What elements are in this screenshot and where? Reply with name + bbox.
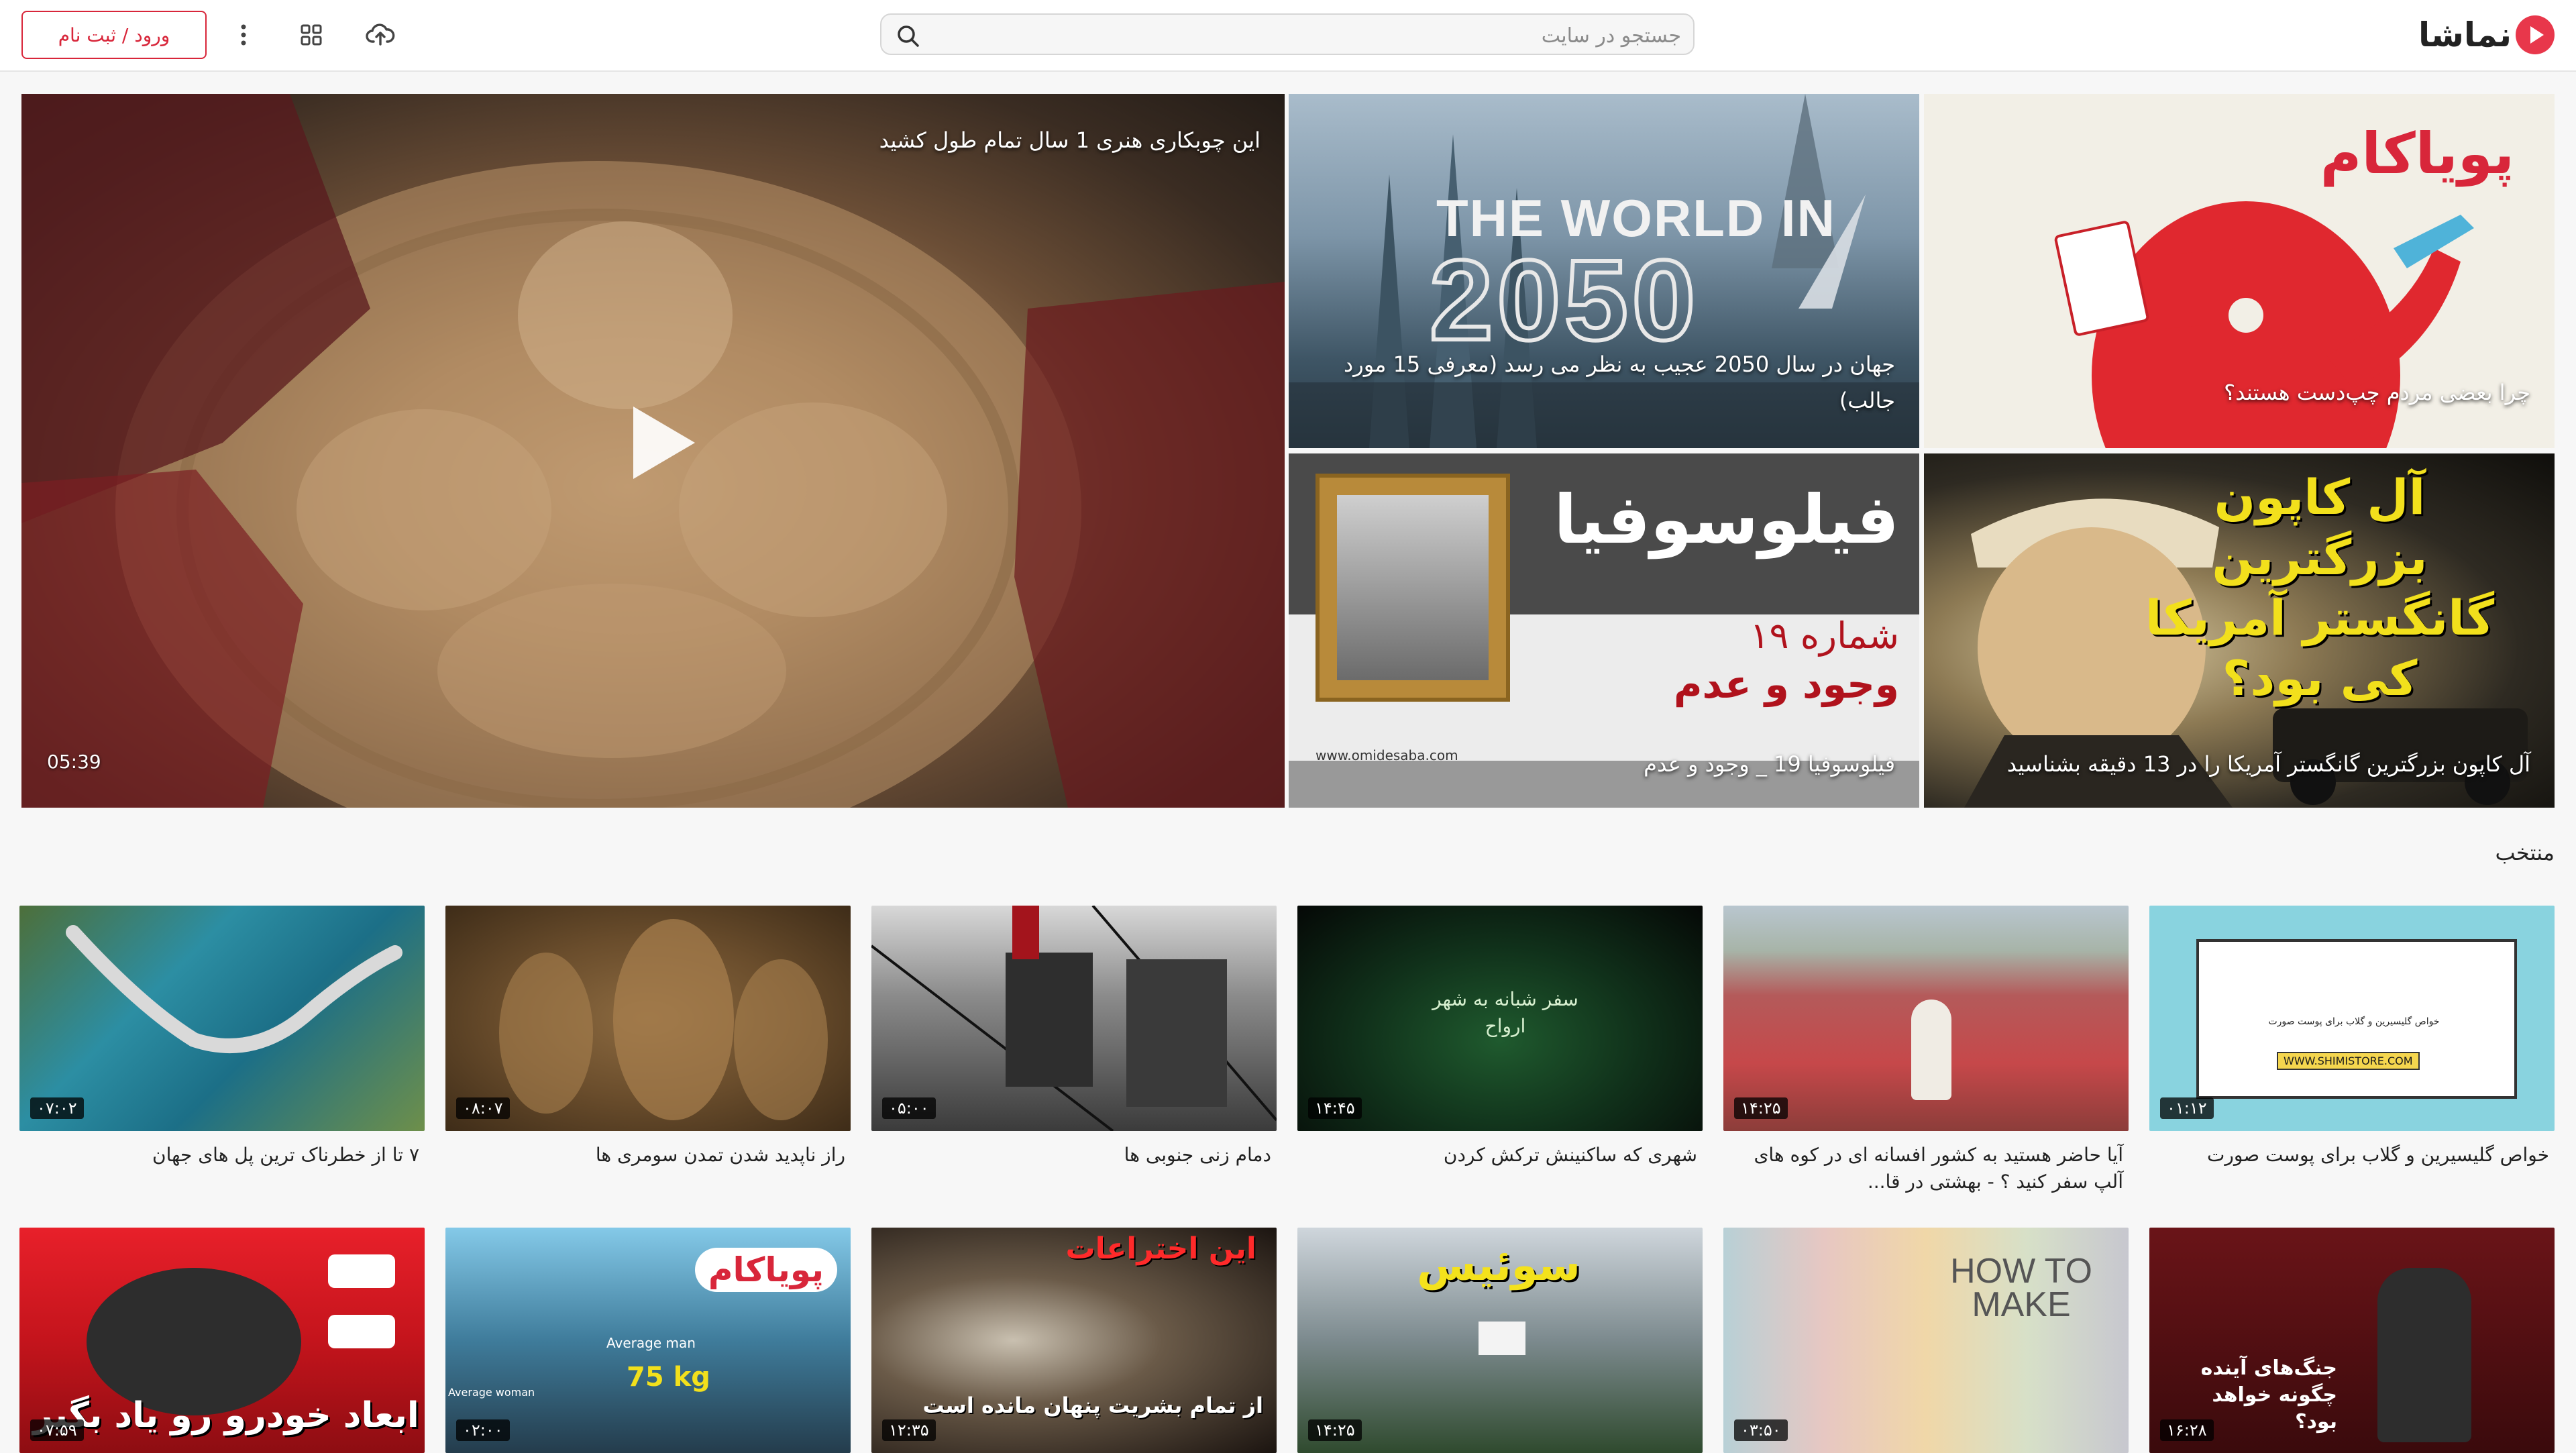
video-duration: ۰۱:۱۲ <box>2160 1097 2214 1119</box>
thumb-text: ابعاد خودرو رو یاد بگیر <box>33 1395 419 1436</box>
hero-tile-philosophia[interactable]: فیلوسوفیا شماره ۱۹ وجود و عدم www.omides… <box>1289 453 1919 808</box>
hero-tile-overlay-sub2: وجود و عدم <box>1673 661 1899 707</box>
thumb-text: پویاکام <box>694 1248 837 1292</box>
video-card[interactable]: HOW TO MAKE ۰۳:۵۰ <box>1723 1228 2129 1453</box>
search-icon[interactable] <box>895 23 922 50</box>
section-title-featured: منتخب <box>2495 840 2555 865</box>
video-thumbnail[interactable]: HOW TO MAKE ۰۳:۵۰ <box>1723 1228 2129 1453</box>
video-thumbnail[interactable]: پویاکام Average man 75 kg Average woman … <box>445 1228 851 1453</box>
hero-tile-title: فیلوسوفیا 19 _ وجود و عدم <box>1644 751 1895 777</box>
video-duration: ۰۷:۵۹ <box>30 1419 84 1441</box>
video-title[interactable]: راز ناپدید شدن تمدن سومری ها <box>445 1142 851 1169</box>
video-title[interactable]: آیا حاضر هستید به کشور افسانه ای در کوه … <box>1723 1142 2129 1195</box>
video-card[interactable]: این اختراعات از تمام بشریت پنهان مانده ا… <box>871 1228 1277 1453</box>
hero-featured: این چوبکاری هنری 1 سال تمام طول کشید 05:… <box>21 94 2555 808</box>
video-thumbnail[interactable]: سوئیس ۱۴:۲۵ <box>1297 1228 1703 1453</box>
thumb-text: Average woman <box>448 1386 535 1399</box>
thumb-text-url: WWW.SHIMISTORE.COM <box>2277 1052 2420 1070</box>
thumb-text: خواص گلیسیرین و گلاب برای پوست صورت <box>2268 1016 2440 1027</box>
hero-tile-world-2050[interactable]: THE WORLD IN 2050 جهان در سال 2050 عجیب … <box>1289 94 1919 448</box>
top-header: نماشا ورود / ثبت نام <box>0 0 2576 72</box>
video-duration: ۱۴:۲۵ <box>1308 1419 1362 1441</box>
video-card[interactable]: ابعاد خودرو رو یاد بگیر ۰۷:۵۹ <box>19 1228 425 1453</box>
video-card[interactable]: ۰۵:۰۰ دمام زنی جنوبی ها <box>871 906 1277 1169</box>
video-duration: ۰۲:۰۰ <box>456 1419 510 1441</box>
site-logo[interactable]: نماشا <box>2418 15 2555 55</box>
apps-grid-icon[interactable] <box>297 20 326 50</box>
logo-text: نماشا <box>2418 15 2512 54</box>
thumb-text: HOW TO MAKE <box>1950 1252 2092 1324</box>
video-title[interactable]: شهری که ساکنینش ترکش کردن <box>1297 1142 1703 1169</box>
upload-icon[interactable] <box>366 20 395 50</box>
video-thumbnail[interactable]: ابعاد خودرو رو یاد بگیر ۰۷:۵۹ <box>19 1228 425 1453</box>
video-card[interactable]: جنگ‌های آینده چگونه خواهد بود؟ ۱۶:۲۸ <box>2149 1228 2555 1453</box>
video-thumbnail[interactable]: ۰۸:۰۷ <box>445 906 851 1131</box>
video-duration: ۰۳:۵۰ <box>1734 1419 1788 1441</box>
video-duration: ۰۵:۰۰ <box>882 1097 936 1119</box>
play-icon[interactable] <box>625 402 699 483</box>
hero-main-title: این چوبکاری هنری 1 سال تمام طول کشید <box>879 127 1260 153</box>
video-duration: ۱۲:۳۵ <box>882 1419 936 1441</box>
search-input[interactable] <box>935 20 1682 51</box>
portrait-photo <box>1337 495 1489 680</box>
thumb-text: این اختراعات <box>1065 1232 1256 1266</box>
video-thumbnail[interactable]: ۰۵:۰۰ <box>871 906 1277 1131</box>
thumb-house <box>1479 1322 1525 1355</box>
hero-tile-title: جهان در سال 2050 عجیب به نظر می رسد (معر… <box>1344 352 1895 413</box>
hero-tile-title: آل کاپون بزرگترین گانگستر آمریکا را در 1… <box>2006 751 2530 777</box>
video-card[interactable]: ۰۸:۰۷ راز ناپدید شدن تمدن سومری ها <box>445 906 851 1169</box>
video-duration: ۰۷:۰۲ <box>30 1097 84 1119</box>
thumb-text: از تمام بشریت پنهان مانده است <box>922 1393 1263 1418</box>
hero-tile-overlay-text: پویاکام <box>2320 121 2514 186</box>
video-title[interactable]: خواص گلیسیرین و گلاب برای پوست صورت <box>2149 1142 2555 1169</box>
video-duration: ۰۸:۰۷ <box>456 1097 510 1119</box>
video-duration: ۱۶:۲۸ <box>2160 1419 2214 1441</box>
hero-tile-overlay-sub1: شماره ۱۹ <box>1750 614 1899 657</box>
hero-tile-al-capone[interactable]: آل کاپون بزرگترین گانگستر آمریکا کی بود؟… <box>1924 453 2555 808</box>
video-card[interactable]: پویاکام Average man 75 kg Average woman … <box>445 1228 851 1453</box>
video-title[interactable]: ۷ تا از خطرناک ترین پل های جهان <box>19 1142 425 1169</box>
video-title[interactable]: دمام زنی جنوبی ها <box>871 1142 1277 1169</box>
video-thumbnail[interactable]: ۰۷:۰۲ <box>19 906 425 1131</box>
video-thumbnail[interactable]: ۱۴:۲۵ <box>1723 906 2129 1131</box>
hero-tile-title: چرا بعضی مردم چپ‌دست هستند؟ <box>2224 380 2530 405</box>
login-register-button[interactable]: ورود / ثبت نام <box>21 11 207 59</box>
video-duration: ۱۴:۴۵ <box>1308 1097 1362 1119</box>
video-card[interactable]: سوئیس ۱۴:۲۵ <box>1297 1228 1703 1453</box>
video-thumbnail[interactable]: سفر شبانه به شهر ارواح ۱۴:۴۵ <box>1297 906 1703 1131</box>
video-card[interactable]: خواص گلیسیرین و گلاب برای پوست صورت WWW.… <box>2149 906 2555 1169</box>
video-thumbnail[interactable]: خواص گلیسیرین و گلاب برای پوست صورت WWW.… <box>2149 906 2555 1131</box>
hero-main-duration: 05:39 <box>47 751 101 773</box>
hero-tile-left-handed[interactable]: پویاکام چرا بعضی مردم چپ‌دست هستند؟ <box>1924 94 2555 448</box>
hero-tile-overlay-text: آل کاپون بزرگترین گانگستر آمریکا کی بود؟ <box>2145 469 2495 706</box>
video-thumbnail[interactable]: این اختراعات از تمام بشریت پنهان مانده ا… <box>871 1228 1277 1453</box>
video-thumbnail[interactable]: جنگ‌های آینده چگونه خواهد بود؟ ۱۶:۲۸ <box>2149 1228 2555 1453</box>
video-card[interactable]: سفر شبانه به شهر ارواح ۱۴:۴۵ شهری که ساک… <box>1297 906 1703 1169</box>
more-vert-icon[interactable] <box>229 20 258 50</box>
thumb-figure <box>1911 1000 1951 1100</box>
thumb-figure <box>2377 1268 2471 1442</box>
video-card[interactable]: ۰۷:۰۲ ۷ تا از خطرناک ترین پل های جهان <box>19 906 425 1169</box>
thumb-text: سوئیس <box>1417 1241 1580 1291</box>
video-card[interactable]: ۱۴:۲۵ آیا حاضر هستید به کشور افسانه ای د… <box>1723 906 2129 1195</box>
philosophia-portrait-frame <box>1316 474 1510 702</box>
video-duration: ۱۴:۲۵ <box>1734 1097 1788 1119</box>
logo-play-icon <box>2516 15 2555 54</box>
thumb-text: Average man <box>606 1335 696 1351</box>
hero-tile-overlay-title: فیلوسوفیا <box>1554 480 1899 559</box>
search-box <box>880 13 1695 55</box>
thumb-text: 75 kg <box>627 1362 710 1393</box>
hero-main-video[interactable]: این چوبکاری هنری 1 سال تمام طول کشید 05:… <box>21 94 1285 808</box>
thumb-text: سفر شبانه به شهر ارواح <box>1432 988 1578 1037</box>
